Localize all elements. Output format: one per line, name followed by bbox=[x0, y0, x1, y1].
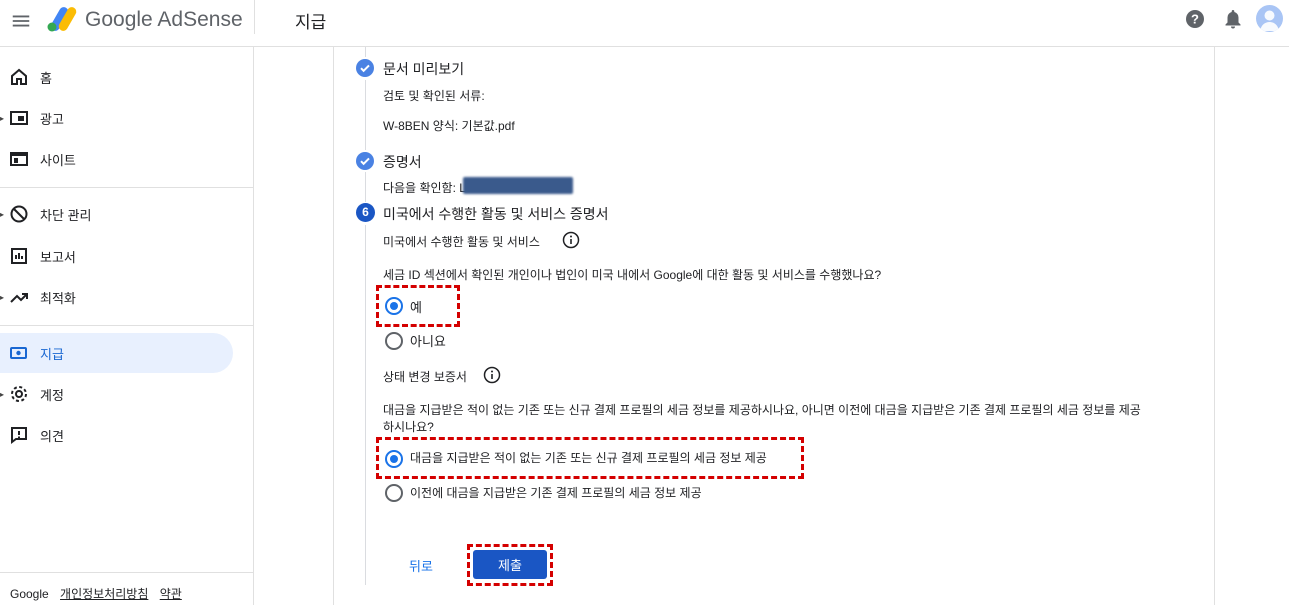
status-change-label: 상태 변경 보증서 bbox=[383, 370, 467, 384]
expand-caret-icon: ▸ bbox=[0, 113, 5, 123]
expand-caret-icon: ▸ bbox=[0, 292, 5, 302]
sidebar-item-ads[interactable]: ▸ 광고 bbox=[0, 98, 233, 138]
back-button[interactable]: 뒤로 bbox=[398, 551, 444, 579]
radio-no[interactable] bbox=[385, 332, 403, 350]
sidebar-item-label: 사이트 bbox=[40, 152, 76, 168]
step-number-badge: 6 bbox=[356, 203, 375, 222]
brand-name: Google AdSense bbox=[85, 8, 243, 31]
step-title-preview: 문서 미리보기 bbox=[383, 61, 465, 77]
sidebar-item-blocking[interactable]: ▸ 차단 관리 bbox=[0, 194, 233, 234]
sidebar-item-home[interactable]: 홈 bbox=[0, 57, 233, 97]
radio-existing-profile-label[interactable]: 이전에 대금을 지급받은 기존 결제 프로필의 세금 정보 제공 bbox=[410, 484, 702, 501]
sidebar-item-sites[interactable]: 사이트 bbox=[0, 139, 233, 179]
expand-caret-icon: ▸ bbox=[0, 209, 5, 219]
sidebar-item-label: 의견 bbox=[40, 428, 64, 444]
confirm-label: 다음을 확인함: L bbox=[383, 181, 466, 195]
sidebar-item-reports[interactable]: 보고서 bbox=[0, 236, 233, 276]
sidebar-item-payments[interactable]: 지급 bbox=[0, 333, 233, 373]
sidebar-divider bbox=[0, 325, 253, 326]
info-icon[interactable] bbox=[483, 366, 501, 384]
redacted-name bbox=[463, 177, 573, 194]
help-icon[interactable]: ? bbox=[1185, 9, 1205, 29]
step-title-certification: 증명서 bbox=[383, 154, 422, 170]
terms-link[interactable]: 약관 bbox=[160, 587, 182, 601]
sidebar-item-label: 차단 관리 bbox=[40, 207, 92, 223]
sidebar-item-optimization[interactable]: ▸ 최적화 bbox=[0, 277, 233, 317]
block-icon bbox=[10, 205, 28, 223]
sidebar-item-label: 계정 bbox=[40, 387, 64, 403]
status-question-line1: 대금을 지급받은 적이 없는 기존 또는 신규 결제 프로필의 세금 정보를 제… bbox=[383, 403, 1141, 417]
sidebar-item-label: 광고 bbox=[40, 111, 64, 127]
home-icon bbox=[11, 68, 27, 85]
adsense-logo bbox=[47, 7, 77, 32]
sidebar-item-label: 지급 bbox=[40, 346, 64, 362]
page-title: 지급 bbox=[295, 13, 327, 32]
sidebar-item-account[interactable]: ▸ 계정 bbox=[0, 374, 233, 414]
highlight-box bbox=[376, 437, 804, 479]
privacy-policy-link[interactable]: 개인정보처리방침 bbox=[60, 587, 148, 601]
payments-icon bbox=[10, 347, 27, 359]
footer-google-text: Google bbox=[10, 587, 49, 601]
sidebar-footer: Google 개인정보처리방침 약관 bbox=[10, 585, 182, 602]
avatar-person-icon bbox=[1260, 10, 1279, 31]
step-title-us-activities: 미국에서 수행한 활동 및 서비스 증명서 bbox=[383, 206, 609, 222]
report-chart-icon bbox=[11, 248, 27, 264]
reviewed-docs-label: 검토 및 확인된 서류: bbox=[383, 89, 485, 103]
ads-icon bbox=[10, 111, 28, 125]
account-avatar[interactable] bbox=[1256, 5, 1283, 32]
status-question-line2: 하시나요? bbox=[383, 420, 434, 434]
sidebar-item-feedback[interactable]: 의견 bbox=[0, 415, 233, 455]
feedback-icon bbox=[11, 427, 27, 444]
us-activities-question: 세금 ID 섹션에서 확인된 개인이나 법인이 미국 내에서 Google에 대… bbox=[383, 268, 882, 282]
sidebar-item-label: 최적화 bbox=[40, 290, 76, 306]
sidebar: 홈 ▸ 광고 사이트 ▸ 차단 관리 보고서 ▸ 최적화 지급 ▸ 계정 의견 … bbox=[0, 47, 254, 605]
us-activities-label: 미국에서 수행한 활동 및 서비스 bbox=[383, 235, 540, 249]
sidebar-divider bbox=[0, 187, 253, 188]
svg-text:?: ? bbox=[1191, 12, 1199, 27]
highlight-box bbox=[376, 285, 460, 327]
top-app-bar: Google AdSense 지급 ? bbox=[0, 0, 1289, 47]
header-divider bbox=[254, 0, 255, 34]
step-connector-line bbox=[365, 80, 366, 150]
document-name: W-8BEN 양식: 기본값.pdf bbox=[383, 119, 515, 133]
sidebar-item-label: 홈 bbox=[40, 70, 52, 86]
info-icon[interactable] bbox=[562, 231, 580, 249]
expand-caret-icon: ▸ bbox=[0, 389, 5, 399]
sidebar-item-label: 보고서 bbox=[40, 249, 76, 265]
notifications-bell-icon[interactable] bbox=[1223, 8, 1243, 30]
step-connector-line bbox=[365, 47, 366, 57]
trending-up-icon bbox=[10, 293, 28, 303]
gear-icon bbox=[11, 386, 27, 402]
menu-icon[interactable] bbox=[10, 10, 32, 32]
highlight-box bbox=[467, 544, 553, 586]
radio-existing-profile[interactable] bbox=[385, 484, 403, 502]
sites-icon bbox=[10, 152, 28, 166]
step-connector-line bbox=[365, 172, 366, 202]
sidebar-footer-divider bbox=[0, 572, 253, 573]
radio-no-label[interactable]: 아니요 bbox=[410, 331, 446, 350]
step-complete-check-icon bbox=[356, 59, 374, 77]
step-connector-line bbox=[365, 225, 366, 585]
step-complete-check-icon bbox=[356, 152, 374, 170]
